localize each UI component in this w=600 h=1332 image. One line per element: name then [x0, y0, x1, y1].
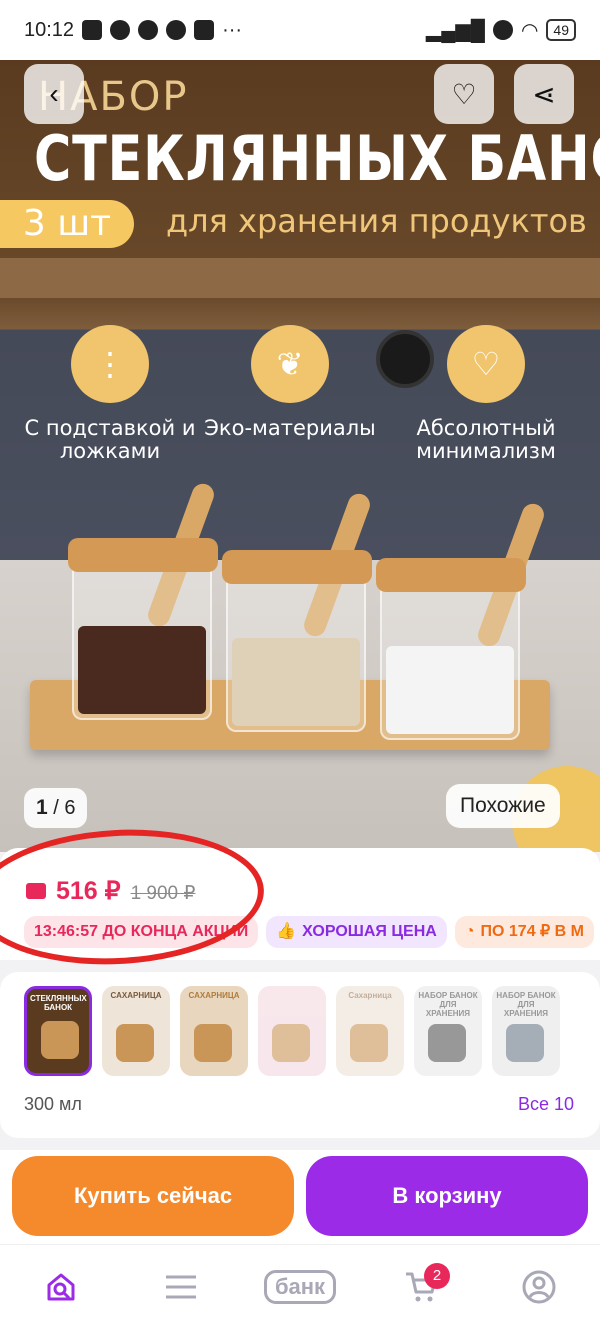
variant-thumb[interactable]: НАБОР БАНОК ДЛЯ ХРАНЕНИЯ [414, 986, 482, 1076]
mute-icon [82, 20, 103, 40]
promo-chips: 13:46:57 ДО КОНЦА АКЦИИ 👍 ХОРОШАЯ ЦЕНА ◔… [24, 916, 594, 948]
jar-image [350, 1024, 388, 1062]
all-variants-link[interactable]: Все 10 [518, 1094, 574, 1115]
chip-text: ПО 174 ₽ В М [480, 923, 584, 940]
alarm-icon [110, 20, 131, 40]
status-bar: 10:12 ··· ▂▄▆█ ◠ 49 [0, 0, 600, 60]
page-total: 6 [64, 797, 76, 819]
image-page-counter: 1 / 6 [24, 788, 88, 828]
purchase-actions: Купить сейчас В корзину [0, 1150, 600, 1244]
feature-minimalism: ♡ Абсолютный минимализм [396, 325, 576, 463]
back-button[interactable]: ‹ [24, 64, 84, 124]
variants-card: СТЕКЛЯННЫХ БАНОК САХАРНИЦА САХАРНИЦА Сах… [0, 972, 600, 1138]
page-index: 1 [36, 796, 48, 819]
youtube-icon [194, 20, 215, 40]
battery-icon: 49 [546, 19, 576, 41]
nav-catalog[interactable] [160, 1267, 202, 1307]
variant-thumb[interactable]: НАБОР БАНОК ДЛЯ ХРАНЕНИЯ [492, 986, 560, 1076]
jar-image [194, 1024, 232, 1062]
variant-thumb[interactable]: САХАРНИЦА [180, 986, 248, 1076]
add-to-cart-button[interactable]: В корзину [306, 1156, 588, 1236]
chip-text: ХОРОШАЯ ЦЕНА [302, 923, 437, 940]
jar-image [272, 1024, 310, 1062]
variant-caption: САХАРНИЦА [188, 991, 240, 1000]
variant-thumb[interactable]: СТЕКЛЯННЫХ БАНОК [24, 986, 92, 1076]
jar-lid [376, 558, 526, 592]
bip-icon [166, 20, 187, 40]
feature-label: С подставкой и ложками [24, 416, 196, 463]
whatsapp-icon [138, 20, 159, 40]
jar-salt [376, 558, 526, 740]
feature-stand: ⋮ С подставкой и ложками [20, 325, 200, 463]
jar-image [428, 1024, 466, 1062]
price-card: 516 ₽ 1 900 ₽ 13:46:57 ДО КОНЦА АКЦИИ 👍 … [0, 848, 600, 960]
variant-caption: Сахарница [348, 991, 392, 1000]
bottom-nav: банк 2 [0, 1244, 600, 1332]
status-time: 10:12 [24, 18, 75, 41]
feature-label: Абсолютный минимализм [416, 416, 556, 463]
wallet-icon [26, 883, 46, 899]
home-search-icon [47, 1273, 75, 1301]
jar-sesame [222, 550, 372, 732]
price-old: 1 900 ₽ [130, 883, 196, 904]
thumbs-up-icon: 👍 [276, 923, 297, 940]
menu-icon [166, 1275, 196, 1299]
promo-timer-chip[interactable]: 13:46:57 ДО КОНЦА АКЦИИ [24, 916, 259, 948]
heart-line-icon: ♡ [447, 325, 525, 403]
chevron-left-icon: ‹ [49, 78, 59, 109]
variant-caption: НАБОР БАНОК ДЛЯ ХРАНЕНИЯ [496, 991, 556, 1018]
bamboo-icon: ❦ [251, 325, 329, 403]
installment-chip[interactable]: ◔ ПО 174 ₽ В М [454, 916, 594, 948]
variant-thumbnails: СТЕКЛЯННЫХ БАНОК САХАРНИЦА САХАРНИЦА Сах… [24, 986, 560, 1076]
price-current: 516 ₽ [56, 877, 121, 905]
share-button[interactable]: ⋖ [514, 64, 574, 124]
pie-icon: ◔ [464, 923, 475, 940]
product-image-carousel[interactable]: НАБОР СТЕКЛЯННЫХ БАНОК 3 шт для хранения… [0, 60, 600, 852]
nav-bank[interactable]: банк [262, 1267, 338, 1307]
hero-subtitle: для хранения продуктов [166, 202, 587, 240]
feature-label: Эко-материалы [204, 416, 376, 440]
good-price-chip[interactable]: 👍 ХОРОШАЯ ЦЕНА [266, 916, 447, 948]
sync-icon [492, 20, 513, 40]
spoons-icon: ⋮ [71, 325, 149, 403]
jar-fill [78, 626, 206, 714]
shelf [0, 258, 600, 298]
variant-caption: САХАРНИЦА [110, 991, 162, 1000]
similar-button[interactable]: Похожие [446, 784, 560, 828]
bank-label: банк [263, 1270, 337, 1304]
nav-home[interactable] [40, 1267, 82, 1307]
hero-quantity-badge: 3 шт [0, 200, 134, 248]
jar-image [506, 1024, 544, 1062]
jar-lid [222, 550, 372, 584]
heart-icon: ♡ [451, 78, 477, 110]
jar-lid [68, 538, 218, 572]
signal-icon: ▂▄▆█ [425, 19, 485, 42]
hero-title-big: СТЕКЛЯННЫХ БАНОК [34, 122, 600, 195]
favorite-button[interactable]: ♡ [434, 64, 494, 124]
jar-pepper [68, 538, 218, 720]
price-row: 516 ₽ 1 900 ₽ [26, 876, 196, 906]
jar-image [116, 1024, 154, 1062]
feature-eco: ❦ Эко-материалы [200, 325, 380, 440]
buy-now-button[interactable]: Купить сейчас [12, 1156, 294, 1236]
jar-fill [232, 638, 360, 726]
more-notifications-icon: ··· [222, 18, 243, 41]
share-icon: ⋖ [532, 78, 556, 110]
variant-caption: СТЕКЛЯННЫХ БАНОК [30, 994, 87, 1012]
jar-fill [386, 646, 514, 734]
wifi-icon: ◠ [520, 19, 539, 42]
variant-thumb[interactable]: Сахарница [336, 986, 404, 1076]
variant-thumb[interactable] [258, 986, 326, 1076]
selected-variant-label: 300 мл [24, 1094, 82, 1114]
variant-thumb[interactable]: САХАРНИЦА [102, 986, 170, 1076]
nav-profile[interactable] [518, 1267, 560, 1307]
variant-caption: НАБОР БАНОК ДЛЯ ХРАНЕНИЯ [418, 991, 478, 1018]
profile-icon [522, 1270, 556, 1304]
jar-image [41, 1021, 79, 1059]
cart-count-badge: 2 [424, 1263, 450, 1289]
chip-text: 13:46:57 ДО КОНЦА АКЦИИ [34, 923, 249, 940]
